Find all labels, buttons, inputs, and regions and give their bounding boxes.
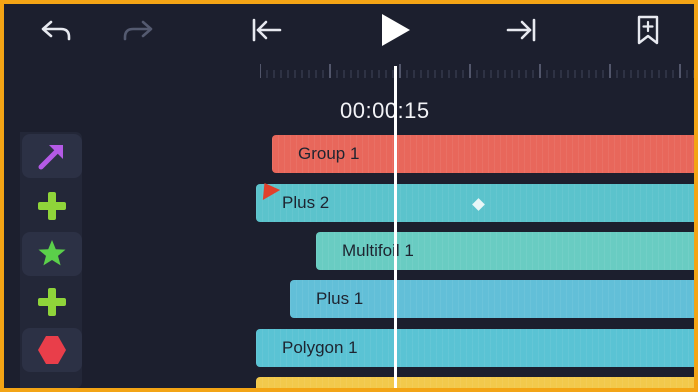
time-ruler[interactable] (260, 64, 694, 78)
bookmark-add-icon (637, 15, 659, 45)
skip-to-start-button[interactable] (244, 10, 288, 50)
skip-to-start-icon (252, 18, 282, 42)
track-label: Group 1 (298, 144, 360, 163)
track-label: Plus 1 (316, 289, 364, 308)
redo-icon (123, 20, 153, 41)
star-icon (38, 240, 66, 266)
play-icon (382, 14, 410, 46)
layer-icon-button[interactable] (22, 232, 82, 276)
track-bar[interactable]: Polygon 1 (256, 329, 694, 367)
redo-button[interactable] (116, 10, 160, 50)
undo-button[interactable] (34, 10, 78, 50)
skip-to-end-icon (506, 18, 536, 42)
undo-icon (41, 20, 71, 41)
layer-icon-button[interactable] (22, 184, 82, 228)
layer-icon-button[interactable] (22, 328, 82, 372)
track-label: Multifoil 1 (342, 241, 414, 260)
arrow-icon (38, 145, 63, 170)
screenshot-frame: 00:00:15 Group 1 Plus 2 Multifoil 1 Plus… (0, 0, 698, 392)
track-bar[interactable] (256, 377, 694, 388)
plus-icon (38, 288, 66, 316)
layer-icon-button[interactable] (22, 280, 82, 324)
skip-to-end-button[interactable] (500, 10, 544, 50)
track-label: Polygon 1 (282, 338, 358, 357)
timeline-editor: 00:00:15 Group 1 Plus 2 Multifoil 1 Plus… (4, 4, 694, 388)
track-bar[interactable]: Multifoil 1 (316, 232, 694, 270)
ruler-ticks (260, 64, 694, 78)
layer-icon-button[interactable] (22, 134, 82, 178)
play-button[interactable] (372, 10, 416, 50)
plus-icon (38, 192, 66, 220)
add-bookmark-button[interactable] (626, 10, 670, 50)
playhead[interactable] (394, 66, 397, 388)
track-bar[interactable]: Group 1 (272, 135, 694, 173)
hexagon-icon (38, 336, 66, 364)
track-bar[interactable]: Plus 1 (290, 280, 694, 318)
track-label: Plus 2 (282, 193, 330, 212)
